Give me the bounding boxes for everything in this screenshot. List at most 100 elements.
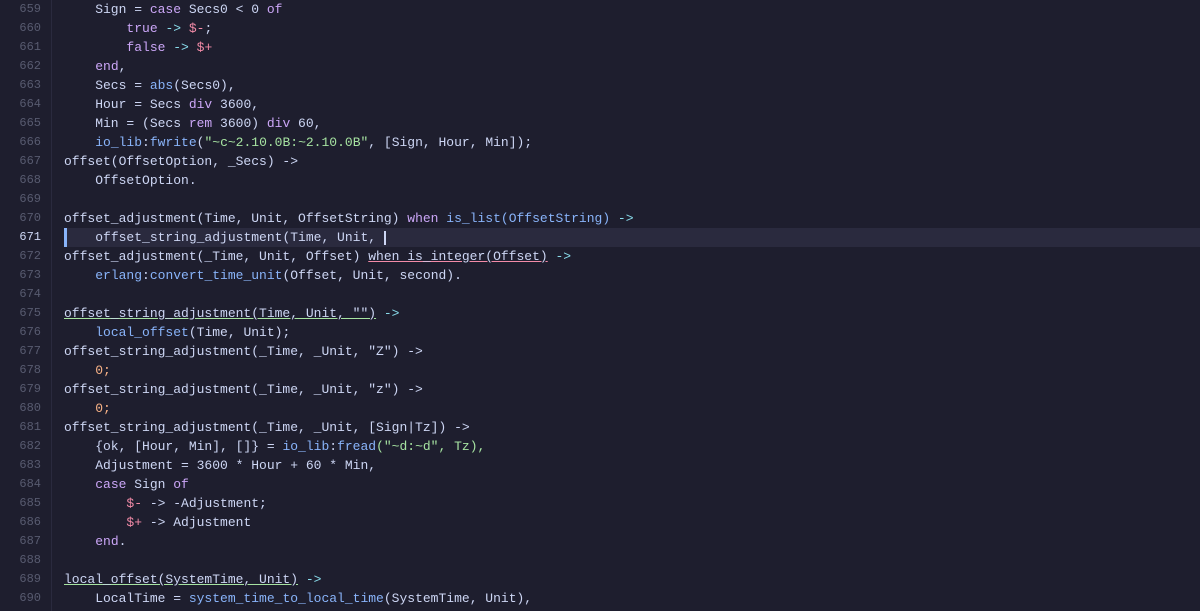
token: (SystemTime, Unit), <box>384 591 532 606</box>
token: offset_adjustment(_Time, Unit, Offset) <box>64 249 368 264</box>
token <box>64 268 95 283</box>
code-line-675: offset_string_adjustment(Time, Unit, "")… <box>64 304 1200 323</box>
token: case <box>95 477 126 492</box>
token <box>64 477 95 492</box>
token: -> <box>376 306 399 321</box>
code-editor: 6596606616626636646656666676686696706716… <box>0 0 1200 611</box>
code-content[interactable]: Sign = case Secs0 < 0 of true -> $-; fal… <box>52 0 1200 611</box>
code-line-684: case Sign of <box>64 475 1200 494</box>
token <box>64 40 126 55</box>
token: 0; <box>64 401 111 416</box>
line-number-669: 669 <box>0 190 51 209</box>
token: 60, <box>290 116 321 131</box>
token: Sign = <box>64 2 150 17</box>
code-line-668: OffsetOption. <box>64 171 1200 190</box>
token: -> <box>165 40 196 55</box>
line-number-659: 659 <box>0 0 51 19</box>
token: offset_string_adjustment(_Time, _Unit, "… <box>64 344 423 359</box>
code-line-666: io_lib:fwrite("~c~2.10.0B:~2.10.0B", [Si… <box>64 133 1200 152</box>
code-line-661: false -> $+ <box>64 38 1200 57</box>
token: local_offset(SystemTime, Unit) <box>64 572 298 587</box>
code-line-682: {ok, [Hour, Min], []} = io_lib:fread("~d… <box>64 437 1200 456</box>
line-number-664: 664 <box>0 95 51 114</box>
token: Hour = Secs <box>64 97 189 112</box>
token <box>64 534 95 549</box>
code-line-670: offset_adjustment(Time, Unit, OffsetStri… <box>64 209 1200 228</box>
code-line-662: end, <box>64 57 1200 76</box>
code-line-663: Secs = abs(Secs0), <box>64 76 1200 95</box>
line-number-673: 673 <box>0 266 51 285</box>
token: is_list(OffsetString) <box>446 211 610 226</box>
token: (Offset, Unit, second). <box>282 268 461 283</box>
active-line-border <box>64 228 67 247</box>
code-line-681: offset_string_adjustment(_Time, _Unit, [… <box>64 418 1200 437</box>
code-line-687: end. <box>64 532 1200 551</box>
line-number-662: 662 <box>0 57 51 76</box>
line-number-670: 670 <box>0 209 51 228</box>
token: ; <box>204 21 212 36</box>
line-number-672: 672 <box>0 247 51 266</box>
token: (Secs0), <box>173 78 235 93</box>
line-number-660: 660 <box>0 19 51 38</box>
token: -> <box>548 249 571 264</box>
token: -> Adjustment <box>142 515 251 530</box>
code-line-672: offset_adjustment(_Time, Unit, Offset) w… <box>64 247 1200 266</box>
line-number-688: 688 <box>0 551 51 570</box>
token: -> -Adjustment; <box>142 496 267 511</box>
token: end <box>95 534 118 549</box>
code-line-676: local_offset(Time, Unit); <box>64 323 1200 342</box>
token: div <box>189 97 212 112</box>
token: when is_integer(Offset) <box>368 249 547 264</box>
line-number-661: 661 <box>0 38 51 57</box>
line-number-681: 681 <box>0 418 51 437</box>
token: Adjustment = 3600 * Hour + 60 * Min, <box>64 458 376 473</box>
token: Secs0 < 0 <box>181 2 267 17</box>
token: {ok, [Hour, Min], []} = <box>64 439 282 454</box>
token: rem <box>189 116 212 131</box>
line-number-663: 663 <box>0 76 51 95</box>
code-line-671: offset_string_adjustment(Time, Unit, <box>64 228 1200 247</box>
line-number-665: 665 <box>0 114 51 133</box>
line-number-683: 683 <box>0 456 51 475</box>
code-line-673: erlang:convert_time_unit(Offset, Unit, s… <box>64 266 1200 285</box>
line-number-676: 676 <box>0 323 51 342</box>
token: of <box>267 2 283 17</box>
code-line-685: $- -> -Adjustment; <box>64 494 1200 513</box>
token: , <box>119 59 127 74</box>
line-numbers: 6596606616626636646656666676686696706716… <box>0 0 52 611</box>
code-line-683: Adjustment = 3600 * Hour + 60 * Min, <box>64 456 1200 475</box>
code-line-690: LocalTime = system_time_to_local_time(Sy… <box>64 589 1200 608</box>
token: offset_adjustment(Time, Unit, OffsetStri… <box>64 211 407 226</box>
line-number-674: 674 <box>0 285 51 304</box>
token: ("~d:~d", Tz), <box>376 439 485 454</box>
token: erlang <box>95 268 142 283</box>
code-line-669 <box>64 190 1200 209</box>
code-line-667: offset(OffsetOption, _Secs) -> <box>64 152 1200 171</box>
code-line-674 <box>64 285 1200 304</box>
token: : <box>142 268 150 283</box>
token: (Time, Unit); <box>189 325 290 340</box>
token: of <box>173 477 189 492</box>
line-number-678: 678 <box>0 361 51 380</box>
token: 3600) <box>212 116 267 131</box>
token: Min = (Secs <box>64 116 189 131</box>
token: $+ <box>126 515 142 530</box>
token: offset_string_adjustment(Time, Unit, "") <box>64 306 376 321</box>
token: $- <box>189 21 205 36</box>
token: $- <box>126 496 142 511</box>
code-line-659: Sign = case Secs0 < 0 of <box>64 0 1200 19</box>
token: true <box>126 21 157 36</box>
token: Sign <box>126 477 173 492</box>
token: $+ <box>197 40 213 55</box>
code-line-679: offset_string_adjustment(_Time, _Unit, "… <box>64 380 1200 399</box>
line-number-668: 668 <box>0 171 51 190</box>
token: offset_string_adjustment(_Time, _Unit, [… <box>64 420 470 435</box>
text-cursor <box>384 231 386 245</box>
code-line-678: 0; <box>64 361 1200 380</box>
token: offset(OffsetOption, _Secs) -> <box>64 154 298 169</box>
line-number-687: 687 <box>0 532 51 551</box>
token <box>64 496 126 511</box>
token: -> <box>158 21 189 36</box>
token: system_time_to_local_time <box>189 591 384 606</box>
line-number-686: 686 <box>0 513 51 532</box>
